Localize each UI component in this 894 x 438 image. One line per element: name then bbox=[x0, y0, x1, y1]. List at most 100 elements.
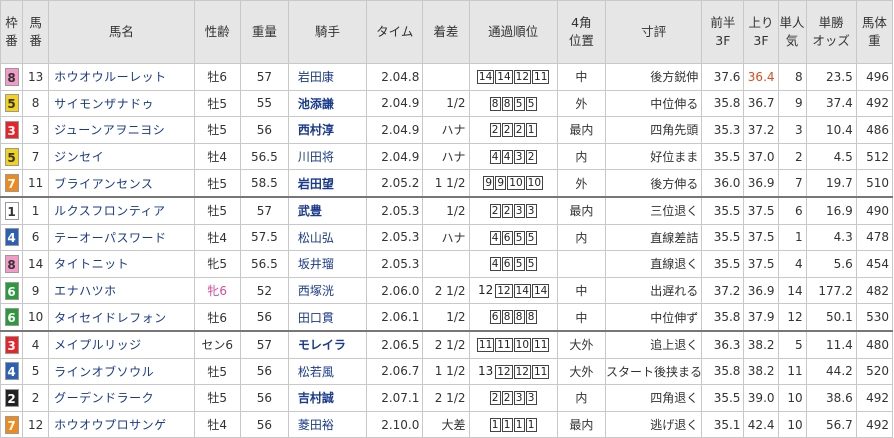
waku-cell: 3 bbox=[0, 116, 24, 144]
horse-name-link[interactable]: テーオーパスワード bbox=[48, 223, 195, 252]
jockey-link[interactable]: 岩田望 bbox=[287, 169, 368, 198]
sexage-cell: 牡6 bbox=[193, 63, 241, 91]
waku-badge: 8 bbox=[4, 254, 19, 273]
waku-cell: 2 bbox=[0, 384, 24, 412]
header-odds: 単勝 オッズ bbox=[805, 0, 857, 64]
horse-name-link[interactable]: ジューンアヲニヨシ bbox=[48, 116, 195, 144]
time-cell: 2.06.7 bbox=[366, 357, 424, 386]
horse-name-link[interactable]: ジンセイ bbox=[48, 142, 195, 171]
passing-position: 4 bbox=[489, 149, 501, 164]
horse-name-link[interactable]: ブライアンセンス bbox=[48, 169, 195, 198]
passing-cell: 14 14 12 11 bbox=[468, 63, 558, 91]
popularity-cell: 10 bbox=[777, 384, 807, 412]
passing-position: 5 bbox=[513, 96, 525, 111]
sexage-cell: 牡6 bbox=[193, 303, 241, 332]
weight-cell: 57 bbox=[239, 329, 289, 359]
horse-name-link[interactable]: メイプルリッジ bbox=[48, 329, 195, 359]
jockey-link[interactable]: 田口貫 bbox=[287, 303, 368, 332]
passing-position: 5 bbox=[513, 257, 525, 272]
corner-cell bbox=[556, 250, 606, 278]
passing-cell: 2233 bbox=[468, 195, 558, 225]
odds-cell: 16.9 bbox=[805, 195, 857, 225]
passing-position: 3 bbox=[525, 391, 537, 406]
bodyweight-cell: 492 bbox=[855, 89, 894, 118]
umaban-cell: 1 bbox=[22, 195, 50, 225]
passing-position: 12 bbox=[477, 282, 494, 297]
horse-name-link[interactable]: タイセイドレフォン bbox=[48, 303, 195, 332]
umaban-cell: 12 bbox=[22, 410, 50, 438]
horse-name-link[interactable]: ホウオウルーレット bbox=[48, 63, 195, 91]
sexage-cell: 牡5 bbox=[193, 116, 241, 144]
horse-name-link[interactable]: タイトニット bbox=[48, 250, 195, 278]
table-row: 4 5 ラインオブソウル 牡5 56 松若風 2.06.7 1 1/2 13 12 12 11 大外 スタ… bbox=[0, 357, 894, 386]
time-cell: 2.06.0 bbox=[366, 276, 424, 305]
popularity-cell: 3 bbox=[777, 116, 807, 144]
jockey-link[interactable]: 菱田裕 bbox=[287, 410, 368, 438]
horse-name-link[interactable]: エナハツホ bbox=[48, 276, 195, 305]
last3f-cell: 37.9 bbox=[743, 303, 779, 332]
passing-position: 12 bbox=[513, 70, 532, 85]
passing-position: 11 bbox=[531, 364, 550, 379]
jockey-link[interactable]: 吉村誠 bbox=[287, 384, 368, 412]
jockey-link[interactable]: 松若風 bbox=[287, 357, 368, 386]
passing-position: 12 bbox=[495, 283, 513, 298]
first3f-cell: 35.5 bbox=[701, 250, 745, 278]
jockey-link[interactable]: モレイラ bbox=[287, 329, 368, 359]
jockey-link[interactable]: 西村淳 bbox=[287, 116, 368, 144]
header-jockey: 騎手 bbox=[287, 0, 368, 64]
passing-position: 11 bbox=[476, 337, 495, 352]
jockey-link[interactable]: 坂井瑠 bbox=[287, 250, 368, 278]
jockey-link[interactable]: 川田将 bbox=[287, 142, 368, 171]
time-cell: 2.05.2 bbox=[366, 169, 424, 198]
horse-name-link[interactable]: ホウオウプロサンゲ bbox=[48, 410, 195, 438]
corner-cell: 内 bbox=[556, 142, 606, 171]
header-margin: 着差 bbox=[422, 0, 470, 64]
weight-cell: 58.5 bbox=[239, 169, 289, 198]
jockey-link[interactable]: 西塚洸 bbox=[287, 276, 368, 305]
table-row: 4 6 テーオーパスワード 牡4 57.5 松山弘 2.05.3 ハナ 4 6 5 5 内直線差詰 35.… bbox=[0, 223, 894, 252]
first3f-cell: 35.5 bbox=[701, 223, 745, 252]
odds-cell: 50.1 bbox=[805, 303, 857, 332]
margin-cell: 2 1/2 bbox=[422, 329, 470, 359]
umaban-cell: 3 bbox=[22, 116, 50, 144]
weight-cell: 57 bbox=[239, 63, 289, 91]
horse-name-link[interactable]: サイモンザナドゥ bbox=[48, 89, 195, 118]
horse-name-link[interactable]: ラインオブソウル bbox=[48, 357, 195, 386]
passing-cell: 4655 bbox=[468, 223, 558, 252]
table-row: 3 3 ジューンアヲニヨシ 牡5 56 西村淳 2.04.9 ハナ 2 2 2 1 最内 四角先頭 35.3… bbox=[0, 116, 894, 144]
table-row: 6 9 エナハツホ 牝6 52 西塚洸 2.06.0 2 1/2 12 12 14 14 中出遅れる 37… bbox=[0, 276, 894, 305]
last3f-cell: 37.2 bbox=[743, 116, 779, 144]
first3f-cell: 35.5 bbox=[701, 142, 745, 171]
margin-cell: 1/2 bbox=[422, 303, 470, 332]
time-cell: 2.05.3 bbox=[366, 195, 424, 225]
jockey-link[interactable]: 武豊 bbox=[287, 195, 368, 225]
waku-badge: 8 bbox=[4, 67, 19, 86]
umaban-cell: 10 bbox=[22, 303, 50, 332]
waku-badge: 4 bbox=[4, 362, 19, 381]
jockey-link[interactable]: 池添謙 bbox=[287, 89, 368, 118]
passing-position: 4 bbox=[489, 230, 501, 245]
passing-cell: 9 9 10 10 bbox=[468, 169, 558, 198]
header-waku: 枠番 bbox=[0, 0, 24, 64]
jockey-link[interactable]: 岩田康 bbox=[287, 63, 368, 91]
umaban-cell: 6 bbox=[22, 223, 50, 252]
waku-badge: 3 bbox=[4, 120, 19, 139]
umaban-cell: 13 bbox=[22, 63, 50, 91]
passing-cell: 12 12 14 14 bbox=[468, 276, 558, 305]
horse-name-link[interactable]: ルクスフロンティア bbox=[48, 195, 195, 225]
passing-position: 14 bbox=[476, 70, 495, 85]
bodyweight-cell: 496 bbox=[855, 63, 894, 91]
header-first3f: 前半 3F bbox=[701, 0, 745, 64]
waku-badge: 7 bbox=[4, 174, 19, 193]
horse-name-link[interactable]: グーデンドラーク bbox=[48, 384, 195, 412]
margin-cell: 1 1/2 bbox=[422, 357, 470, 386]
passing-position: 2 bbox=[501, 204, 513, 219]
passing-position: 10 bbox=[513, 337, 532, 352]
table-row: 2 2 グーデンドラーク 牡5 56 吉村誠 2.07.1 2 1/2 2 2 3 3 内四角退く 35.… bbox=[0, 384, 894, 412]
first3f-cell: 37.6 bbox=[701, 63, 745, 91]
passing-position: 4 bbox=[489, 257, 501, 272]
first3f-cell: 35.5 bbox=[701, 195, 745, 225]
jockey-link[interactable]: 松山弘 bbox=[287, 223, 368, 252]
last3f-cell: 36.4 bbox=[743, 63, 779, 91]
passing-cell: 1111 bbox=[468, 410, 558, 438]
